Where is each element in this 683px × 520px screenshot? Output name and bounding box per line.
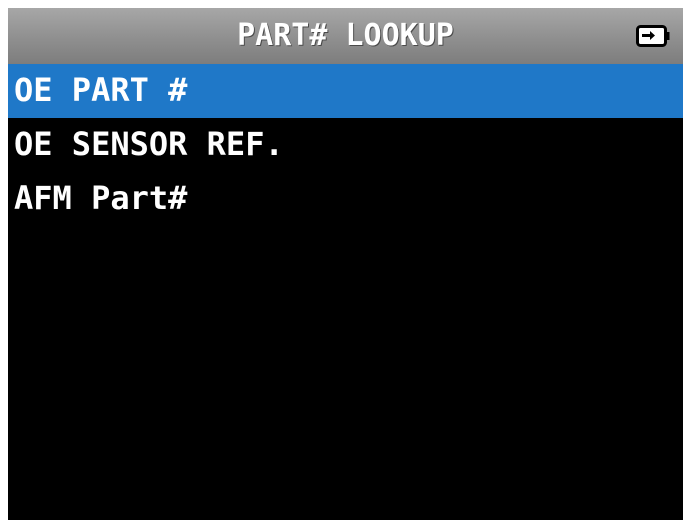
menu-item-oe-part-number[interactable]: OE PART # <box>8 64 683 118</box>
menu-item-oe-sensor-ref[interactable]: OE SENSOR REF. <box>8 118 683 172</box>
lookup-menu: OE PART # OE SENSOR REF. AFM Part# <box>8 64 683 226</box>
menu-item-afm-part-number[interactable]: AFM Part# <box>8 172 683 226</box>
battery-charging-icon <box>636 25 670 47</box>
menu-item-label: OE SENSOR REF. <box>14 125 284 163</box>
menu-item-label: OE PART # <box>14 71 188 109</box>
device-screen: PART# LOOKUP OE PART # OE SENSOR REF. AF… <box>8 8 683 520</box>
page-title: PART# LOOKUP <box>237 18 454 53</box>
menu-item-label: AFM Part# <box>14 179 188 217</box>
title-bar: PART# LOOKUP <box>8 8 683 64</box>
